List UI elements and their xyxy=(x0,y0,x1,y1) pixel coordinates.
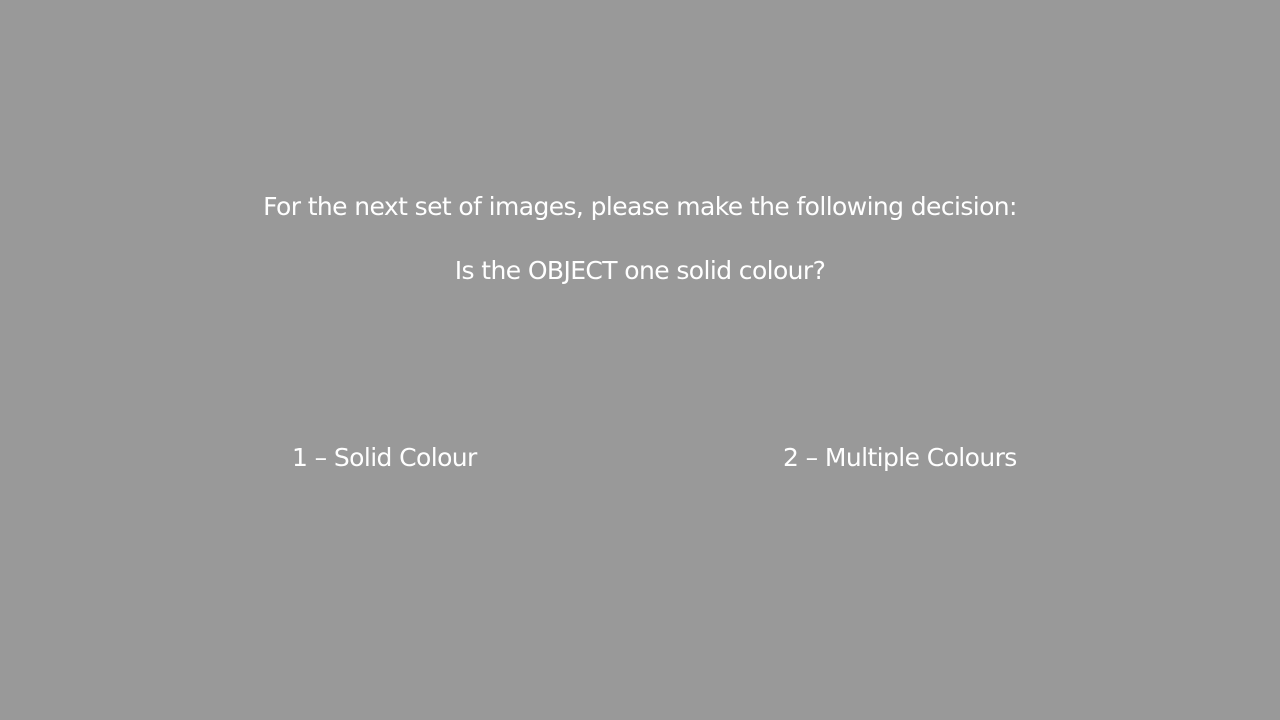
option-multiple-colours: 2 – Multiple Colours xyxy=(783,443,1017,472)
instruction-text: For the next set of images, please make … xyxy=(263,192,1017,221)
decision-question: Is the OBJECT one solid colour? xyxy=(454,256,826,285)
instruction-screen: For the next set of images, please make … xyxy=(0,0,1280,720)
option-solid-colour: 1 – Solid Colour xyxy=(292,443,477,472)
